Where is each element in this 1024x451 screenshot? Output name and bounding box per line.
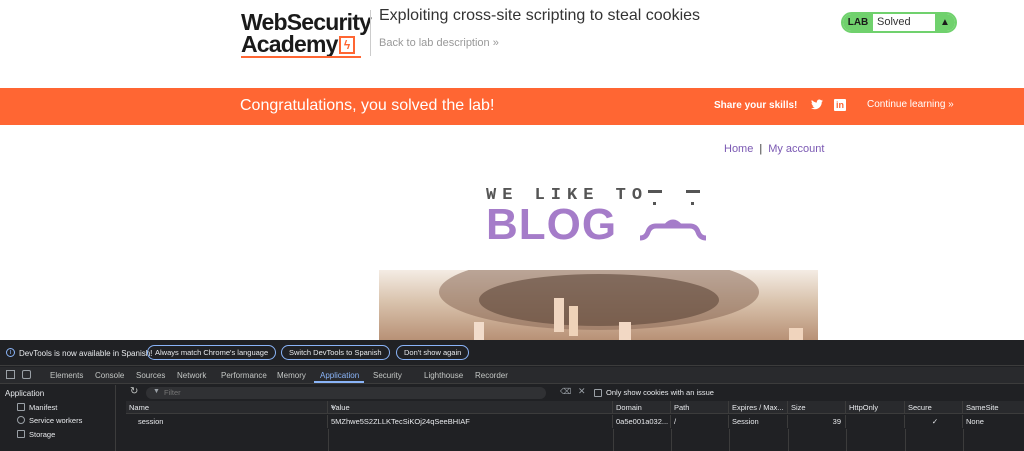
nav-my-account-link[interactable]: My account [768,143,824,155]
congrats-message: Congratulations, you solved the lab! [240,97,495,114]
share-skills-label: Share your skills! [714,100,798,111]
lab-status-widget: LAB Solved ▲ [841,12,957,33]
col-header-size[interactable]: Size [788,401,846,414]
blog-hero-image [379,270,818,340]
delete-selected-icon[interactable]: ✕ [578,386,586,397]
col-header-domain[interactable]: Domain [613,401,671,414]
col-header-name[interactable]: Name [126,401,328,414]
cookie-filter-bar: ↻ ▼ ⌫ ✕ Only show cookies with an issue [126,385,1024,401]
always-match-language-button[interactable]: Always match Chrome's language [147,345,277,360]
column-divider [729,429,730,451]
column-divider [963,429,964,451]
tab-network[interactable]: Network [177,371,206,380]
column-divider [671,429,672,451]
only-issues-checkbox[interactable] [594,389,602,397]
col-header-samesite[interactable]: SameSite [963,401,1024,414]
file-icon [17,403,25,411]
cookie-name: session [126,415,328,428]
cookie-samesite: None [966,417,984,426]
table-row[interactable]: session 5MZhwe5S2ZLLKTecSiKOj24qSeeBHIAF… [126,415,1024,429]
tab-performance[interactable]: Performance [221,371,267,380]
back-to-lab-description-link[interactable]: Back to lab description » [379,37,499,49]
switch-to-spanish-button[interactable]: Switch DevTools to Spanish [281,345,390,360]
only-issues-label: Only show cookies with an issue [606,388,714,397]
inspect-element-icon[interactable] [6,370,15,379]
cookie-table-header: Name ▲ Value Domain Path Expires / Max..… [126,401,1024,414]
header-divider [370,10,371,56]
cookie-value: 5MZhwe5S2ZLLKTecSiKOj24qSeeBHIAF [328,415,613,428]
nav-separator: | [759,143,763,155]
column-divider [846,429,847,451]
filter-icon: ▼ [153,388,160,395]
col-header-value[interactable]: Value [328,401,613,414]
tab-elements[interactable]: Elements [50,371,83,380]
tab-lighthouse[interactable]: Lighthouse [424,371,463,380]
info-icon: i [6,348,15,357]
cookie-httponly [846,415,905,428]
cookie-expires: Session [729,415,788,428]
sidebar-item-label: Service workers [29,416,83,425]
devtools-language-infobar: i DevTools is now available in Spanish! … [0,340,1024,366]
application-sidebar: Application Manifest Service workers Sto… [0,385,116,451]
sidebar-item-service-workers[interactable]: Service workers [17,416,82,425]
devtools-tabbar: Elements Console Sources Network Perform… [0,367,1024,384]
dont-show-again-button[interactable]: Don't show again [396,345,470,360]
column-divider [613,429,614,451]
tab-application[interactable]: Application [320,371,359,380]
nav-home-link[interactable]: Home [724,143,753,155]
sidebar-item-storage[interactable]: Storage [17,430,55,439]
lab-header: WebSecurity Academy ϟ Exploiting cross-s… [0,0,1024,88]
active-tab-indicator [314,381,364,383]
cookie-table: Name ▲ Value Domain Path Expires / Max..… [126,401,1024,451]
cookie-secure: ✓ [905,415,963,428]
logo-underline [241,56,361,58]
sidebar-item-label: Manifest [29,403,58,412]
database-icon [17,430,25,438]
cookie-domain: 0a5e001a032... [613,415,671,428]
refresh-icon[interactable]: ↻ [130,386,138,397]
devtools-panel: i DevTools is now available in Spanish! … [0,340,1024,451]
blog-nav: Home | My account [724,143,824,155]
continue-learning-link[interactable]: Continue learning » [867,99,954,110]
solved-banner: Congratulations, you solved the lab! Sha… [0,88,1024,125]
gear-icon [17,416,25,424]
logo-line-2: Academy [241,31,338,57]
column-divider [905,429,906,451]
col-header-httponly[interactable]: HttpOnly [846,401,905,414]
flask-icon: ▲ [935,14,955,31]
column-divider [788,429,789,451]
web-security-academy-logo[interactable]: WebSecurity Academy ϟ [241,10,372,58]
lab-badge: LAB [843,14,873,31]
cookie-path: / [671,415,729,428]
logo-bolt-icon: ϟ [339,36,355,54]
sidebar-heading[interactable]: Application [5,389,44,398]
infobar-message: DevTools is now available in Spanish! [19,349,153,358]
device-toolbar-icon[interactable] [22,370,31,379]
twitter-icon[interactable] [810,99,823,112]
lab-status-text: Solved [877,16,911,28]
lab-title: Exploiting cross-site scripting to steal… [379,7,701,24]
sidebar-item-manifest[interactable]: Manifest [17,403,57,412]
clear-filtered-cookies-icon[interactable]: ⌫ [560,387,571,396]
cookie-filter-input[interactable] [146,387,546,399]
blog-face-icon [639,190,707,241]
tab-console[interactable]: Console [95,371,124,380]
tab-security[interactable]: Security [373,371,402,380]
col-header-path[interactable]: Path [671,401,729,414]
cookie-size: 39 [788,415,846,428]
blog-logo-word: BLOG [486,200,618,249]
col-header-expires[interactable]: Expires / Max... [729,401,788,414]
tab-recorder[interactable]: Recorder [475,371,508,380]
col-header-secure[interactable]: Secure [905,401,963,414]
linkedin-icon[interactable]: in [834,99,846,111]
column-divider [328,429,329,451]
tab-sources[interactable]: Sources [136,371,165,380]
blog-logo: WE LIKE TO BLOG [486,186,716,248]
sidebar-item-label: Storage [29,430,56,439]
tab-memory[interactable]: Memory [277,371,306,380]
